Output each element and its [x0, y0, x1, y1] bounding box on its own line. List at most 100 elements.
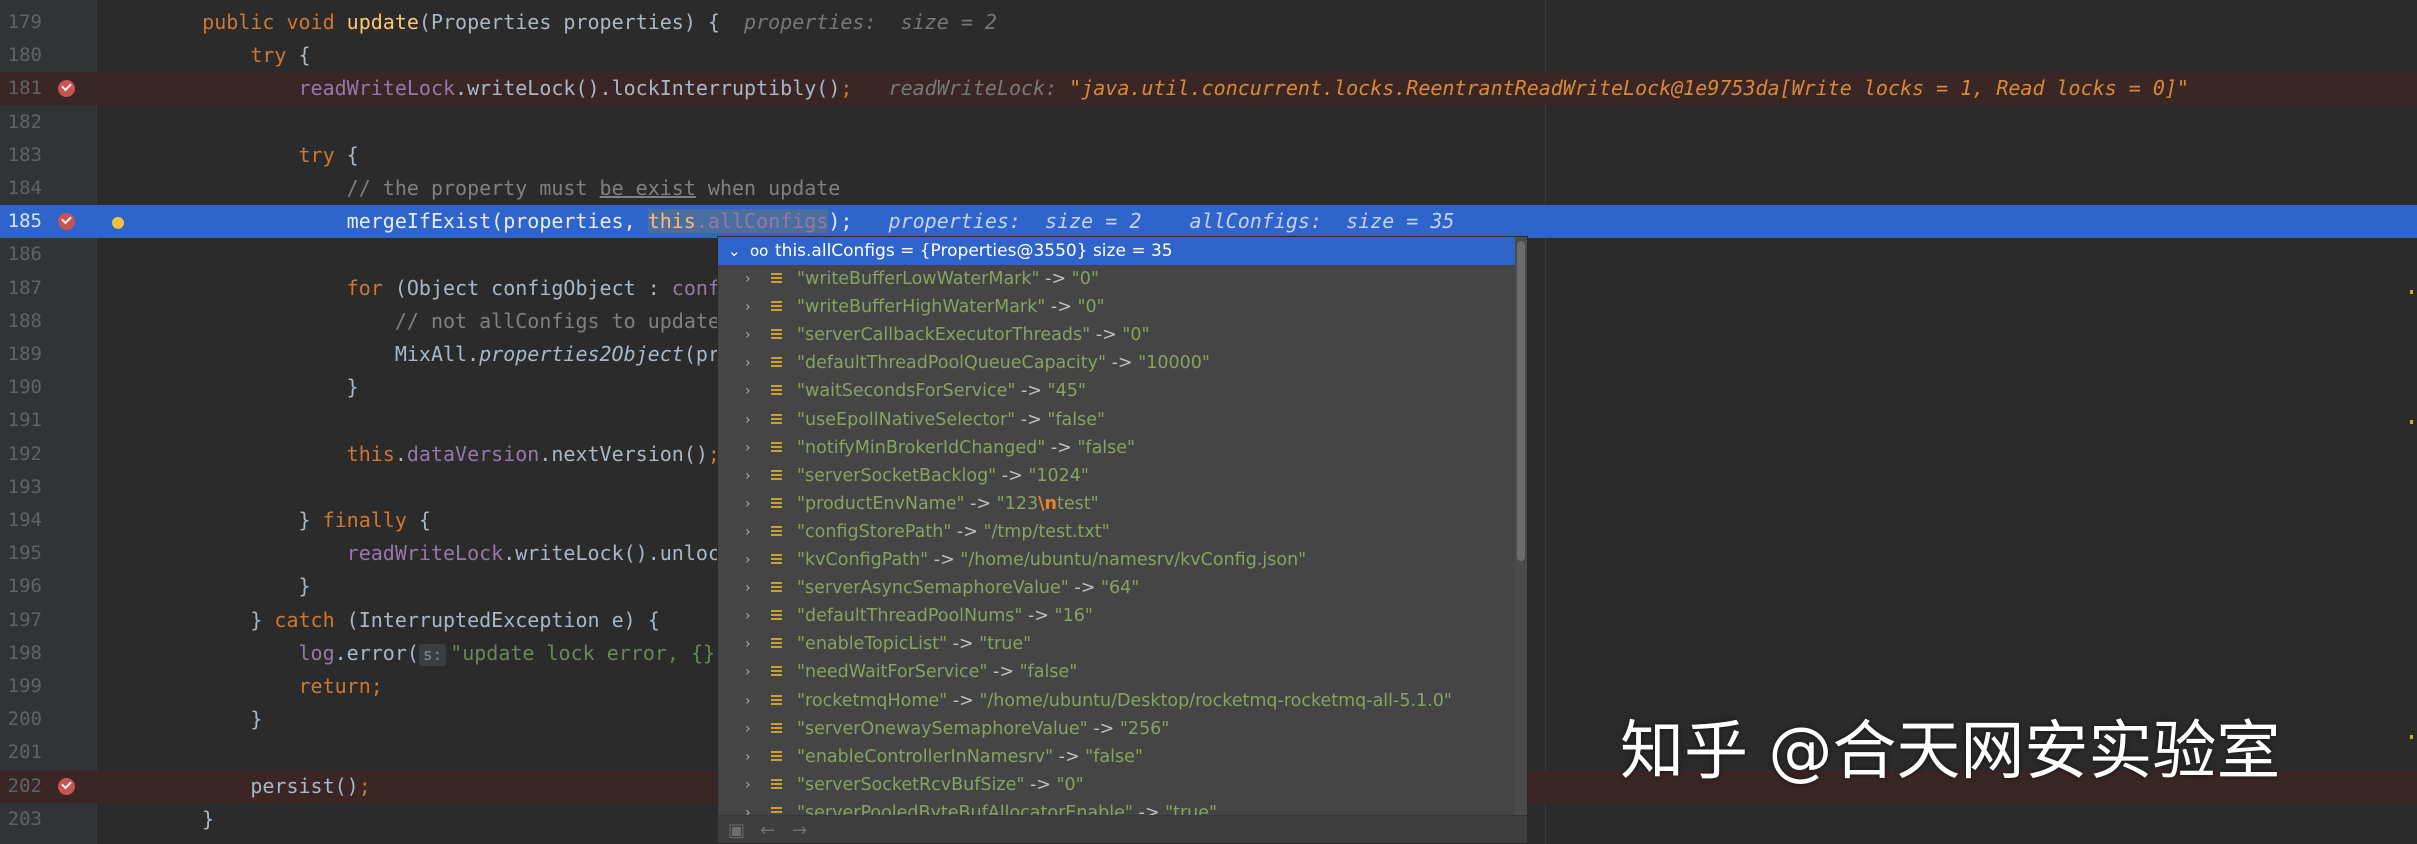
chevron-right-icon[interactable]: › [745, 630, 751, 658]
popup-entry[interactable]: › "needWaitForService" -> "false" [718, 658, 1515, 686]
chevron-down-icon[interactable]: ⌄ [728, 239, 741, 263]
line-number[interactable]: 203 [0, 803, 42, 836]
popup-root-node[interactable]: ⌄ oo this.allConfigs = {Properties@3550}… [718, 237, 1515, 265]
code-text[interactable]: } [154, 803, 214, 836]
code-text[interactable]: // the property must be exist when updat… [154, 172, 841, 205]
popup-entry[interactable]: › "enableTopicList" -> "true" [718, 630, 1515, 658]
code-text[interactable]: } [154, 703, 262, 736]
code-text[interactable]: MixAll.properties2Object(proper [154, 338, 768, 371]
line-number[interactable]: 191 [0, 404, 42, 437]
popup-entry[interactable]: › "defaultThreadPoolQueueCapacity" -> "10… [718, 349, 1515, 377]
pin-icon[interactable]: ▣ [728, 816, 745, 843]
chevron-right-icon[interactable]: › [745, 771, 751, 799]
line-number[interactable]: 202 [0, 770, 42, 803]
code-text[interactable]: // not allConfigs to update... [154, 305, 756, 338]
back-arrow-icon[interactable]: ← [760, 816, 775, 843]
chevron-right-icon[interactable]: › [745, 546, 751, 574]
chevron-right-icon[interactable]: › [745, 434, 751, 462]
breakpoint-icon[interactable] [58, 213, 75, 231]
code-text[interactable]: try { [154, 139, 359, 172]
code-text[interactable]: } finally { [154, 504, 430, 537]
popup-entry[interactable]: › "kvConfigPath" -> "/home/ubuntu/namesrv… [718, 546, 1515, 574]
popup-entry[interactable]: › "serverAsyncSemaphoreValue" -> "64" [718, 574, 1515, 602]
chevron-right-icon[interactable]: › [745, 377, 751, 405]
line-number[interactable]: 204 [0, 836, 42, 844]
chevron-right-icon[interactable]: › [745, 715, 751, 743]
line-number[interactable]: 190 [0, 371, 42, 404]
line-number[interactable]: 192 [0, 438, 42, 471]
code-text[interactable]: mergeIfExist(properties, this.allConfigs… [154, 205, 1454, 238]
chevron-right-icon[interactable]: › [745, 349, 751, 377]
popup-entry[interactable]: › "defaultThreadPoolNums" -> "16" [718, 602, 1515, 630]
line-number[interactable]: 188 [0, 305, 42, 338]
chevron-right-icon[interactable]: › [745, 293, 751, 321]
line-number[interactable]: 179 [0, 6, 42, 39]
line-number[interactable]: 195 [0, 537, 42, 570]
code-text[interactable]: log.error(s:"update lock error, {}", pr [154, 637, 775, 670]
popup-entry[interactable]: › "rocketmqHome" -> "/home/ubuntu/Desktop… [718, 687, 1515, 715]
popup-entry[interactable]: › "notifyMinBrokerIdChanged" -> "false" [718, 434, 1515, 462]
line-number[interactable]: 196 [0, 570, 42, 603]
popup-entry[interactable]: › "serverOnewaySemaphoreValue" -> "256" [718, 715, 1515, 743]
line-number[interactable]: 184 [0, 172, 42, 205]
line-number[interactable]: 180 [0, 39, 42, 72]
chevron-right-icon[interactable]: › [745, 321, 751, 349]
line-number[interactable]: 185 [0, 205, 42, 238]
chevron-right-icon[interactable]: › [745, 490, 751, 518]
line-number[interactable]: 181 [0, 72, 42, 105]
code-text[interactable]: readWriteLock.writeLock().lockInterrupti… [154, 72, 2189, 105]
line-number[interactable]: 182 [0, 106, 42, 139]
code-line[interactable]: 181 readWriteLock.writeLock().lockInterr… [0, 72, 2417, 106]
code-text[interactable]: for (Object configObject : configOb [154, 272, 768, 305]
code-line[interactable]: 184 // the property must be exist when u… [0, 172, 2417, 205]
line-number[interactable]: 187 [0, 272, 42, 305]
debugger-value-popup[interactable]: ⌄ oo this.allConfigs = {Properties@3550}… [717, 236, 1528, 844]
code-line[interactable]: 179 public void update(Properties proper… [0, 6, 2417, 39]
line-number[interactable]: 183 [0, 139, 42, 172]
code-text[interactable]: readWriteLock.writeLock().unlock(); [154, 537, 768, 570]
line-number[interactable]: 199 [0, 670, 42, 703]
code-text[interactable]: persist(); [154, 770, 370, 803]
popup-entry[interactable]: › "serverSocketBacklog" -> "1024" [718, 462, 1515, 490]
code-line[interactable]: 180 try { [0, 39, 2417, 72]
popup-entry[interactable]: › "writeBufferHighWaterMark" -> "0" [718, 293, 1515, 321]
forward-arrow-icon[interactable]: → [792, 816, 807, 843]
chevron-right-icon[interactable]: › [745, 743, 751, 771]
chevron-right-icon[interactable]: › [745, 574, 751, 602]
code-line[interactable]: 185 ● mergeIfExist(properties, this.allCo… [0, 205, 2417, 239]
popup-entry[interactable]: › "enableControllerInNamesrv" -> "false" [718, 743, 1515, 771]
line-number[interactable]: 193 [0, 471, 42, 504]
code-text[interactable]: public void update(Properties properties… [154, 6, 997, 39]
code-line[interactable]: 182 [0, 106, 2417, 139]
line-number[interactable]: 197 [0, 604, 42, 637]
popup-entry[interactable]: › "serverSocketRcvBufSize" -> "0" [718, 771, 1515, 799]
code-text[interactable]: this.dataVersion.nextVersion(); [154, 438, 720, 471]
chevron-right-icon[interactable]: › [745, 406, 751, 434]
chevron-right-icon[interactable]: › [745, 658, 751, 686]
chevron-right-icon[interactable]: › [745, 462, 751, 490]
chevron-right-icon[interactable]: › [745, 265, 751, 293]
line-number[interactable]: 194 [0, 504, 42, 537]
breakpoint-icon[interactable] [58, 777, 75, 795]
line-number[interactable]: 200 [0, 703, 42, 736]
popup-entry[interactable]: › "writeBufferLowWaterMark" -> "0" [718, 265, 1515, 293]
chevron-right-icon[interactable]: › [745, 687, 751, 715]
code-text[interactable]: try { [154, 39, 310, 72]
popup-entry[interactable]: › "useEpollNativeSelector" -> "false" [718, 406, 1515, 434]
code-text[interactable]: return; [154, 670, 383, 703]
line-number[interactable]: 186 [0, 238, 42, 271]
code-text[interactable]: } [154, 570, 310, 603]
line-number[interactable]: 189 [0, 338, 42, 371]
code-line[interactable]: 183 try { [0, 139, 2417, 172]
popup-entry[interactable]: › "configStorePath" -> "/tmp/test.txt" [718, 518, 1515, 546]
line-number[interactable]: 201 [0, 736, 42, 769]
code-text[interactable]: } [154, 371, 359, 404]
popup-entry[interactable]: › "serverCallbackExecutorThreads" -> "0" [718, 321, 1515, 349]
chevron-right-icon[interactable]: › [745, 518, 751, 546]
line-number[interactable]: 198 [0, 637, 42, 670]
popup-entry[interactable]: › "productEnvName" -> "123\ntest" [718, 490, 1515, 518]
popup-entry[interactable]: › "waitSecondsForService" -> "45" [718, 377, 1515, 405]
code-text[interactable]: } catch (InterruptedException e) { [154, 604, 659, 637]
popup-scrollbar[interactable] [1515, 237, 1527, 817]
popup-scroll-thumb[interactable] [1517, 241, 1525, 561]
